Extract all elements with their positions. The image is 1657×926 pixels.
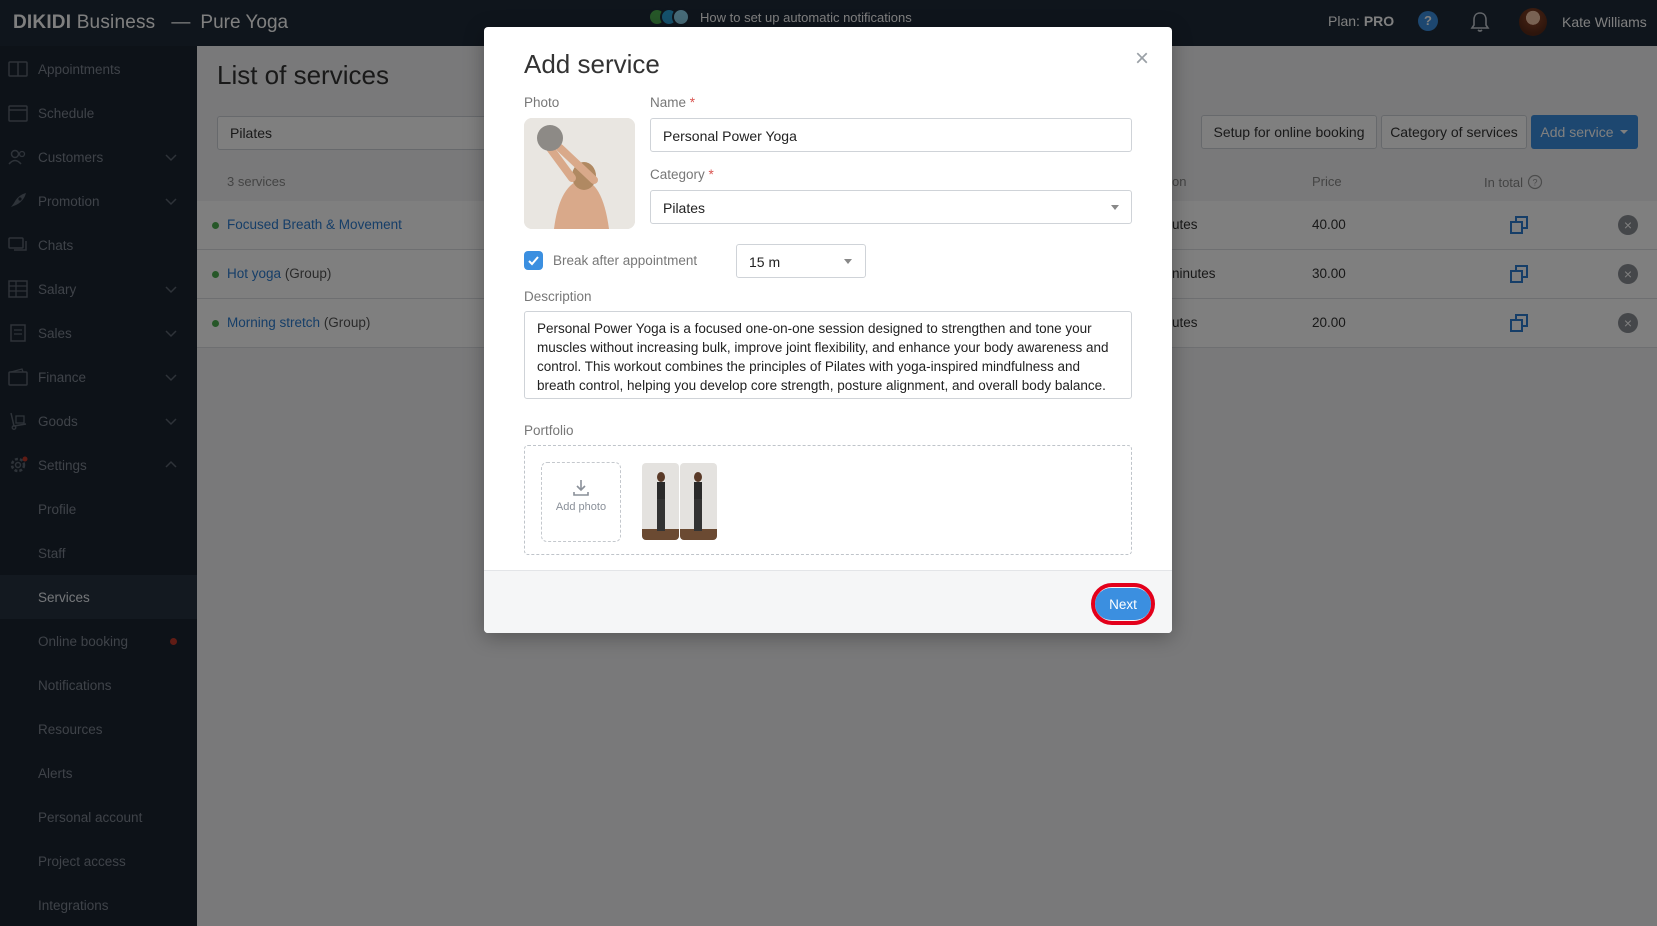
category-select[interactable]: Pilates [650, 190, 1132, 224]
dialog-footer: Next [484, 570, 1172, 633]
yoga-photo-image [524, 118, 635, 229]
portfolio-dropzone[interactable]: Add photo [524, 445, 1132, 555]
add-service-dialog: Add service × Photo Name * Personal Powe… [484, 27, 1172, 633]
caret-down-icon [844, 259, 852, 264]
portfolio-label: Portfolio [524, 423, 574, 438]
close-icon[interactable]: × [1135, 45, 1149, 73]
service-name-input[interactable]: Personal Power Yoga [650, 118, 1132, 152]
description-label: Description [524, 289, 592, 304]
portfolio-thumbnail[interactable] [680, 463, 717, 540]
break-label: Break after appointment [553, 253, 698, 268]
break-after-appointment-checkbox[interactable] [524, 251, 543, 270]
portfolio-thumbnail[interactable] [642, 463, 679, 540]
check-icon [528, 256, 539, 266]
portfolio-image [680, 463, 717, 540]
portfolio-image [642, 463, 679, 540]
next-button[interactable]: Next [1095, 588, 1151, 620]
description-textarea[interactable]: Personal Power Yoga is a focused one-on-… [524, 311, 1132, 399]
category-label: Category * [650, 167, 714, 182]
caret-down-icon [1111, 205, 1119, 210]
photo-label: Photo [524, 95, 560, 110]
dialog-title: Add service [524, 49, 660, 79]
name-label: Name * [650, 95, 696, 110]
service-photo[interactable] [524, 118, 635, 229]
download-icon [573, 480, 589, 496]
add-photo-button[interactable]: Add photo [541, 462, 621, 542]
add-photo-label: Add photo [555, 501, 607, 513]
